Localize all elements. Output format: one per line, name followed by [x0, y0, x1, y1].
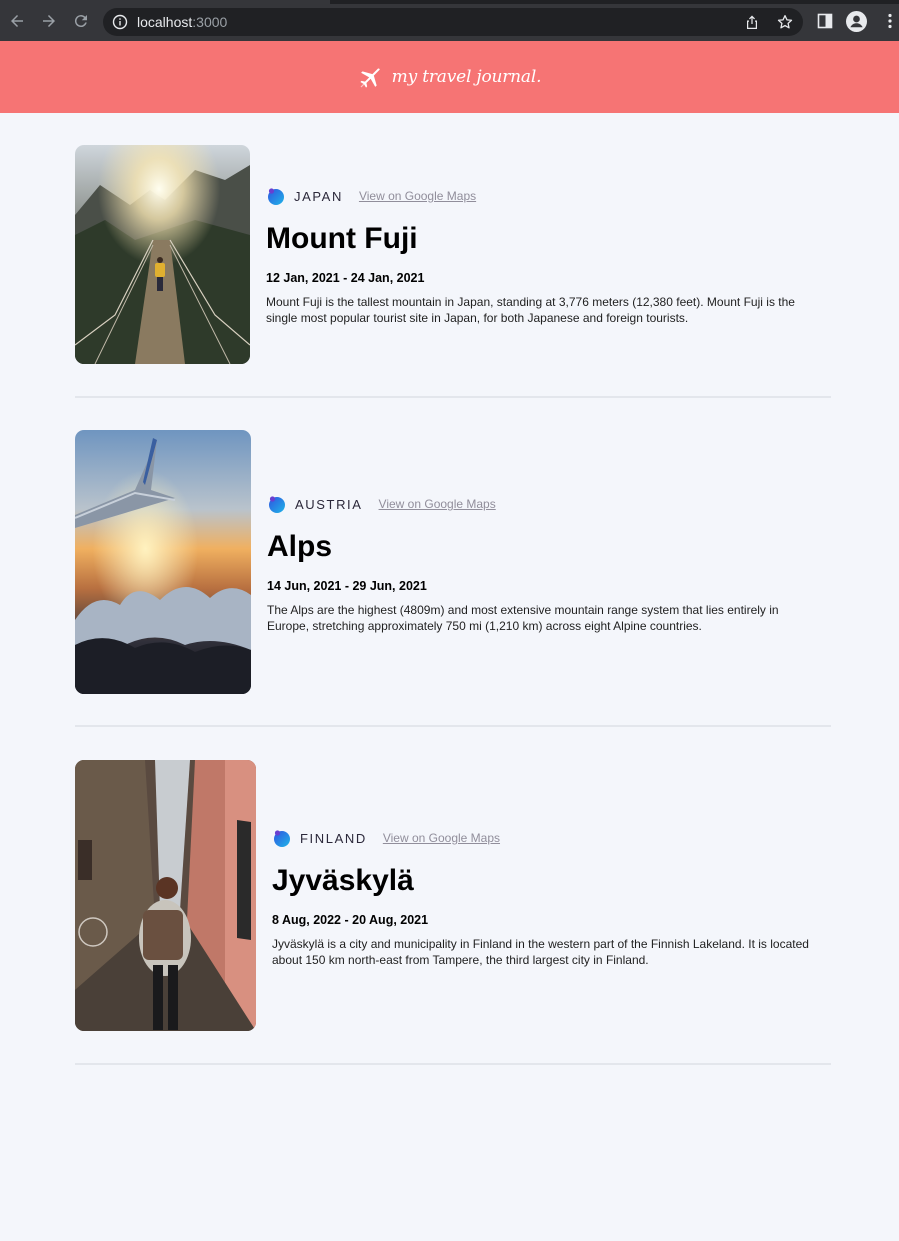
share-icon[interactable] — [744, 14, 760, 30]
side-panel-icon[interactable] — [816, 12, 834, 30]
country-label: JAPAN — [294, 188, 343, 204]
address-bar[interactable]: localhost:3000 — [103, 8, 803, 36]
entry-title: Jyväskylä — [272, 864, 414, 897]
entry-details: AUSTRIA View on Google Maps Alps 14 Jun,… — [267, 494, 812, 634]
entry-description: The Alps are the highest (4809m) and mos… — [267, 603, 779, 633]
entry-description: Mount Fuji is the tallest mountain in Ja… — [266, 295, 795, 325]
back-arrow-icon[interactable] — [6, 10, 28, 32]
location-row: FINLAND View on Google Maps — [272, 828, 817, 848]
info-icon[interactable] — [112, 14, 128, 30]
entry-description: Jyväskylä is a city and municipality in … — [272, 937, 809, 967]
reload-icon[interactable] — [70, 10, 92, 32]
globe-pin-icon — [268, 188, 284, 205]
entry-divider — [75, 1063, 831, 1065]
entry-dates: 12 Jan, 2021 - 24 Jan, 2021 — [266, 271, 425, 285]
journal-entry: AUSTRIA View on Google Maps Alps 14 Jun,… — [75, 430, 831, 694]
app-header: my travel journal. — [0, 41, 899, 113]
airplane-logo-icon — [360, 68, 380, 88]
url-text: localhost:3000 — [137, 14, 228, 30]
profile-icon[interactable] — [846, 11, 867, 32]
brand-title: my travel journal. — [391, 67, 542, 87]
forward-arrow-icon[interactable] — [38, 10, 60, 32]
browser-toolbar: localhost:3000 — [0, 0, 899, 41]
google-maps-link[interactable]: View on Google Maps — [359, 189, 476, 203]
entry-divider — [75, 396, 831, 398]
entry-photo — [75, 430, 251, 694]
menu-dots-icon[interactable] — [881, 12, 899, 30]
tab-strip — [0, 0, 899, 4]
entry-photo — [75, 145, 250, 364]
google-maps-link[interactable]: View on Google Maps — [383, 831, 500, 845]
entry-photo — [75, 760, 256, 1031]
globe-pin-icon — [274, 830, 290, 847]
location-row: JAPAN View on Google Maps — [266, 186, 811, 206]
entry-details: JAPAN View on Google Maps Mount Fuji 12 … — [266, 186, 811, 326]
entry-divider — [75, 725, 831, 727]
location-row: AUSTRIA View on Google Maps — [267, 494, 812, 514]
star-icon[interactable] — [776, 13, 794, 31]
entry-dates: 14 Jun, 2021 - 29 Jun, 2021 — [267, 579, 427, 593]
globe-pin-icon — [269, 496, 285, 513]
entry-dates: 8 Aug, 2022 - 20 Aug, 2021 — [272, 913, 429, 927]
country-label: FINLAND — [300, 830, 367, 846]
google-maps-link[interactable]: View on Google Maps — [379, 497, 496, 511]
journal-entry: FINLAND View on Google Maps Jyväskylä 8 … — [75, 760, 831, 1031]
country-label: AUSTRIA — [295, 496, 363, 512]
entry-title: Mount Fuji — [266, 222, 418, 255]
active-tab[interactable] — [0, 0, 330, 4]
entry-title: Alps — [267, 530, 333, 563]
entry-details: FINLAND View on Google Maps Jyväskylä 8 … — [272, 828, 817, 968]
journal-entry: JAPAN View on Google Maps Mount Fuji 12 … — [75, 145, 831, 364]
